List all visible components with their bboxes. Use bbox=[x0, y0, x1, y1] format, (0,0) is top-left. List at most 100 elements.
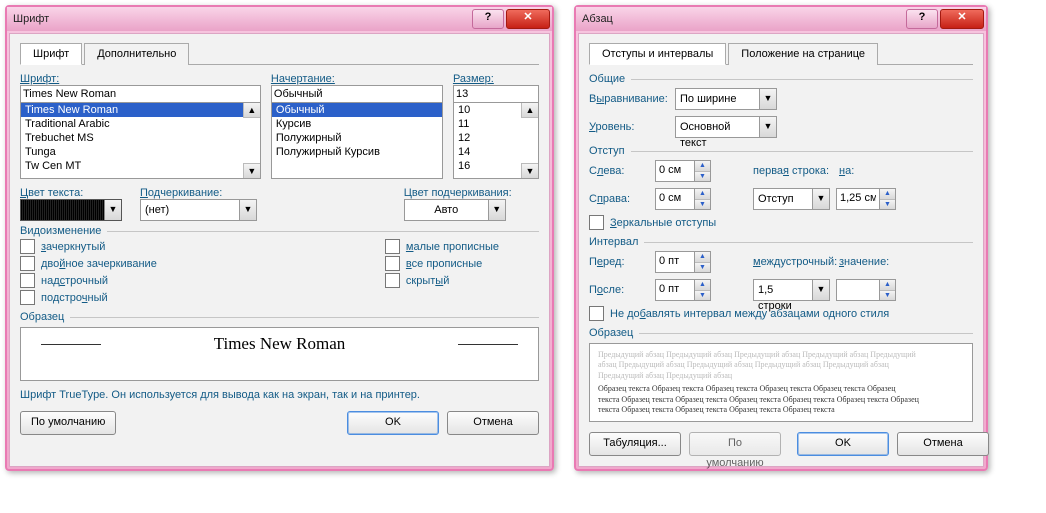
font-hint: Шрифт TrueType. Он используется для выво… bbox=[20, 389, 539, 401]
list-item[interactable]: 14 bbox=[454, 145, 538, 159]
tab-position[interactable]: Положение на странице bbox=[728, 43, 878, 65]
font-titlebar[interactable]: Шрифт ? ✕ bbox=[7, 7, 552, 31]
chevron-down-icon[interactable]: ▼ bbox=[812, 280, 829, 300]
font-sample-box: Times New Roman bbox=[20, 327, 539, 381]
chk-mirror[interactable]: Зеркальные отступы bbox=[589, 215, 973, 230]
chevron-down-icon[interactable]: ▼ bbox=[239, 200, 256, 220]
group-interval: Интервал bbox=[589, 236, 638, 248]
tab-font[interactable]: Шрифт bbox=[20, 43, 82, 65]
chevron-down-icon[interactable]: ▼ bbox=[812, 189, 829, 209]
indent-right-spinner[interactable]: ▲▼ bbox=[655, 188, 711, 210]
font-name-input[interactable] bbox=[20, 85, 261, 103]
size-list[interactable]: 10 11 12 14 16 ▲ ▼ bbox=[453, 102, 539, 179]
list-item[interactable]: 12 bbox=[454, 131, 538, 145]
font-list[interactable]: Times New Roman Traditional Arabic Trebu… bbox=[20, 102, 261, 179]
default-button[interactable]: По умолчанию bbox=[689, 432, 781, 456]
list-item[interactable]: Times New Roman bbox=[21, 103, 260, 117]
list-item[interactable]: Обычный bbox=[272, 103, 442, 117]
paragraph-dialog: Абзац ? ✕ Отступы и интервалы Положение … bbox=[574, 5, 988, 471]
tab-indents[interactable]: Отступы и интервалы bbox=[589, 43, 726, 65]
label-right: Справа: bbox=[589, 193, 649, 205]
tab-advanced[interactable]: Дополнительно bbox=[84, 43, 189, 65]
label-level: Уровень: bbox=[589, 121, 669, 133]
list-item[interactable]: Курсив bbox=[272, 117, 442, 131]
label-linespacing: междустрочный: bbox=[753, 256, 833, 268]
para-titlebar[interactable]: Абзац ? ✕ bbox=[576, 7, 986, 31]
align-dropdown[interactable]: По ширине▼ bbox=[675, 88, 777, 110]
label-at: значение: bbox=[839, 256, 884, 268]
font-color-dropdown[interactable]: ▼ bbox=[20, 199, 122, 221]
font-tabstrip: Шрифт Дополнительно bbox=[20, 42, 539, 65]
group-sample: Образец bbox=[20, 311, 64, 323]
group-general: Общие bbox=[589, 73, 625, 85]
scroll-up-icon[interactable]: ▲ bbox=[243, 103, 260, 118]
list-item[interactable]: Полужирный Курсив bbox=[272, 145, 442, 159]
label-font: Шрифт: bbox=[20, 73, 261, 85]
firstline-dropdown[interactable]: Отступ▼ bbox=[753, 188, 830, 210]
underline-dropdown[interactable]: (нет) ▼ bbox=[140, 199, 257, 221]
help-button[interactable]: ? bbox=[906, 9, 938, 29]
font-size-input[interactable] bbox=[453, 85, 539, 103]
chevron-down-icon[interactable]: ▼ bbox=[104, 200, 121, 220]
before-spinner[interactable]: ▲▼ bbox=[655, 251, 711, 273]
level-dropdown[interactable]: Основной текст▼ bbox=[675, 116, 777, 138]
para-sample-box: Предыдущий абзац Предыдущий абзац Предыд… bbox=[589, 343, 973, 422]
scroll-down-icon[interactable]: ▼ bbox=[243, 163, 260, 178]
sample-text: Times New Roman bbox=[101, 334, 458, 354]
label-underline: Подчеркивание: bbox=[140, 187, 386, 199]
indent-left-spinner[interactable]: ▲▼ bbox=[655, 160, 711, 182]
label-left: Слева: bbox=[589, 165, 649, 177]
chevron-down-icon[interactable]: ▼ bbox=[488, 200, 505, 220]
scroll-up-icon[interactable]: ▲ bbox=[521, 103, 538, 118]
close-button[interactable]: ✕ bbox=[940, 9, 984, 29]
chk-smallcaps[interactable]: малые прописные bbox=[385, 239, 499, 254]
label-by: на: bbox=[839, 165, 864, 177]
list-item[interactable]: Traditional Arabic bbox=[21, 117, 260, 131]
linespacing-dropdown[interactable]: 1,5 строки▼ bbox=[753, 279, 830, 301]
close-button[interactable]: ✕ bbox=[506, 9, 550, 29]
scroll-down-icon[interactable]: ▼ bbox=[521, 163, 538, 178]
at-spinner[interactable]: ▲▼ bbox=[836, 279, 896, 301]
font-style-input[interactable] bbox=[271, 85, 443, 103]
list-item[interactable]: 11 bbox=[454, 117, 538, 131]
by-spinner[interactable]: ▲▼ bbox=[836, 188, 896, 210]
list-item[interactable]: Полужирный bbox=[272, 131, 442, 145]
chevron-down-icon[interactable]: ▼ bbox=[759, 89, 776, 109]
label-style: Начертание: bbox=[271, 73, 443, 85]
label-align: Выравнивание: bbox=[589, 93, 669, 105]
label-color: Цвет текста: bbox=[20, 187, 122, 199]
default-button[interactable]: По умолчанию bbox=[20, 411, 116, 435]
after-spinner[interactable]: ▲▼ bbox=[655, 279, 711, 301]
cancel-button[interactable]: Отмена bbox=[897, 432, 989, 456]
group-sample: Образец bbox=[589, 327, 633, 339]
font-dialog: Шрифт ? ✕ Шрифт Дополнительно Шрифт: Tim… bbox=[5, 5, 554, 471]
list-item[interactable]: Tw Cen MT bbox=[21, 159, 260, 173]
label-after: После: bbox=[589, 284, 649, 296]
list-item[interactable]: Tunga bbox=[21, 145, 260, 159]
list-item[interactable]: Trebuchet MS bbox=[21, 131, 260, 145]
chk-subscript[interactable]: подстрочный bbox=[20, 290, 157, 305]
chk-strike[interactable]: зачеркнутый bbox=[20, 239, 157, 254]
group-indent: Отступ bbox=[589, 145, 625, 157]
para-tabstrip: Отступы и интервалы Положение на страниц… bbox=[589, 42, 973, 65]
ok-button[interactable]: OK bbox=[797, 432, 889, 456]
para-title: Абзац bbox=[582, 13, 904, 25]
chk-hidden[interactable]: скрытый bbox=[385, 273, 499, 288]
chk-superscript[interactable]: надстрочный bbox=[20, 273, 157, 288]
chk-allcaps[interactable]: все прописные bbox=[385, 256, 499, 271]
label-size: Размер: bbox=[453, 73, 539, 85]
cancel-button[interactable]: Отмена bbox=[447, 411, 539, 435]
style-list[interactable]: Обычный Курсив Полужирный Полужирный Кур… bbox=[271, 102, 443, 179]
ok-button[interactable]: OK bbox=[347, 411, 439, 435]
help-button[interactable]: ? bbox=[472, 9, 504, 29]
tabs-button[interactable]: Табуляция... bbox=[589, 432, 681, 456]
underline-color-dropdown[interactable]: Авто ▼ bbox=[404, 199, 506, 221]
label-firstline: первая строка: bbox=[753, 165, 833, 177]
font-title: Шрифт bbox=[13, 13, 470, 25]
chk-no-add[interactable]: Не добавлять интервал между абзацами одн… bbox=[589, 306, 973, 321]
label-underline-color: Цвет подчеркивания: bbox=[404, 187, 512, 199]
chevron-down-icon[interactable]: ▼ bbox=[759, 117, 776, 137]
group-effects: Видоизменение bbox=[20, 225, 101, 237]
chk-doublestrike[interactable]: двойное зачеркивание bbox=[20, 256, 157, 271]
label-before: Перед: bbox=[589, 256, 649, 268]
